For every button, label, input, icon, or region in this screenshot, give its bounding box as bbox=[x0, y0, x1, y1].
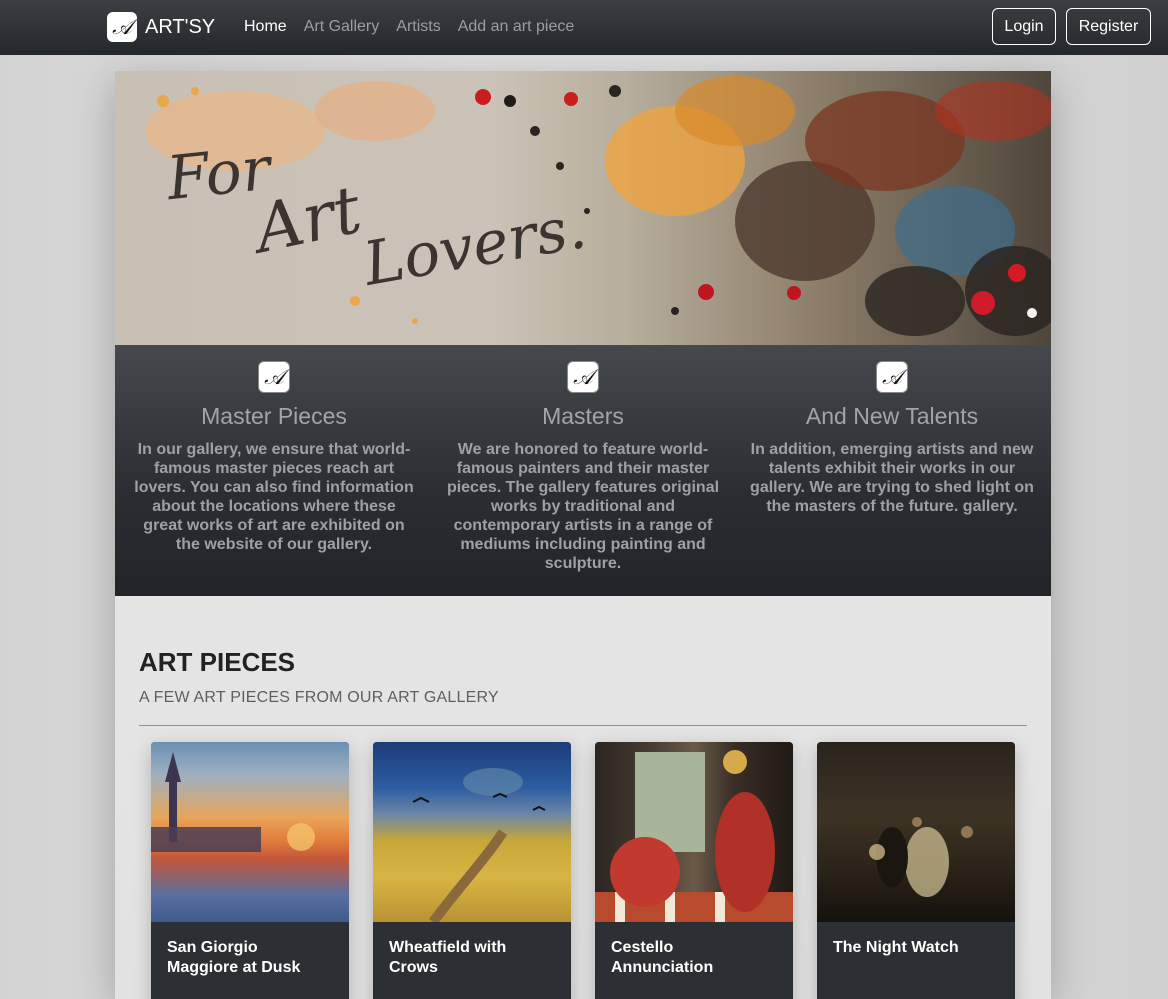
art-pieces-title: ART PIECES bbox=[139, 647, 296, 677]
brand-link[interactable]: 𝒜 ART'SY bbox=[107, 12, 215, 42]
section-divider bbox=[139, 725, 1027, 726]
main-container: For Art Lovers. 𝒜 Master Pieces In our g… bbox=[115, 71, 1051, 999]
art-card-title: San Giorgio Maggiore at Dusk bbox=[167, 939, 301, 976]
artsy-logo-icon: 𝒜 bbox=[107, 12, 137, 42]
navbar: 𝒜 ART'SY Home Art Gallery Artists Add an… bbox=[0, 0, 1168, 55]
art-card-image bbox=[151, 742, 349, 922]
nav-link-artists[interactable]: Artists bbox=[396, 17, 440, 37]
login-button[interactable]: Login bbox=[992, 8, 1056, 45]
features-panel: 𝒜 Master Pieces In our gallery, we ensur… bbox=[115, 345, 1051, 596]
feature-new-talents: 𝒜 And New Talents In addition, emerging … bbox=[742, 361, 1042, 516]
art-card[interactable]: Wheatfield with Crows bbox=[373, 742, 571, 999]
art-card[interactable]: San Giorgio Maggiore at Dusk bbox=[151, 742, 349, 999]
art-card-title: Wheatfield with Crows bbox=[389, 939, 507, 976]
hero-banner: For Art Lovers. bbox=[115, 71, 1051, 345]
feature-text: We are honored to feature world-famous p… bbox=[446, 441, 720, 572]
art-card-image bbox=[595, 742, 793, 922]
brand-name: ART'SY bbox=[145, 15, 216, 38]
feature-text: In our gallery, we ensure that world-fam… bbox=[134, 441, 414, 553]
nav-link-home[interactable]: Home bbox=[244, 17, 287, 37]
nav-links: Home Art Gallery Artists Add an art piec… bbox=[244, 17, 591, 37]
art-card[interactable]: Cestello Annunciation bbox=[595, 742, 793, 999]
art-card[interactable]: The Night Watch bbox=[817, 742, 1015, 999]
feature-title: Master Pieces bbox=[201, 403, 347, 429]
art-card-title: The Night Watch bbox=[833, 939, 959, 956]
artsy-logo-icon: 𝒜 bbox=[876, 361, 908, 393]
art-card-title: Cestello Annunciation bbox=[611, 939, 714, 976]
art-pieces-subtitle: A FEW ART PIECES FROM OUR ART GALLERY bbox=[139, 689, 499, 706]
artsy-logo-icon: 𝒜 bbox=[567, 361, 599, 393]
feature-masters: 𝒜 Masters We are honored to feature worl… bbox=[433, 361, 733, 573]
register-button[interactable]: Register bbox=[1066, 8, 1151, 45]
nav-link-art-gallery[interactable]: Art Gallery bbox=[304, 17, 380, 37]
hero-tagline-line3: Lovers. bbox=[358, 192, 592, 300]
art-card-image bbox=[373, 742, 571, 922]
art-card-image bbox=[817, 742, 1015, 922]
hero-tagline: For Art Lovers. bbox=[164, 129, 607, 300]
nav-link-add-art-piece[interactable]: Add an art piece bbox=[458, 17, 575, 37]
artsy-logo-icon: 𝒜 bbox=[258, 361, 290, 393]
feature-text: In addition, emerging artists and new ta… bbox=[750, 441, 1034, 515]
feature-title: Masters bbox=[542, 403, 624, 429]
feature-title: And New Talents bbox=[805, 403, 979, 429]
feature-master-pieces: 𝒜 Master Pieces In our gallery, we ensur… bbox=[124, 361, 424, 554]
